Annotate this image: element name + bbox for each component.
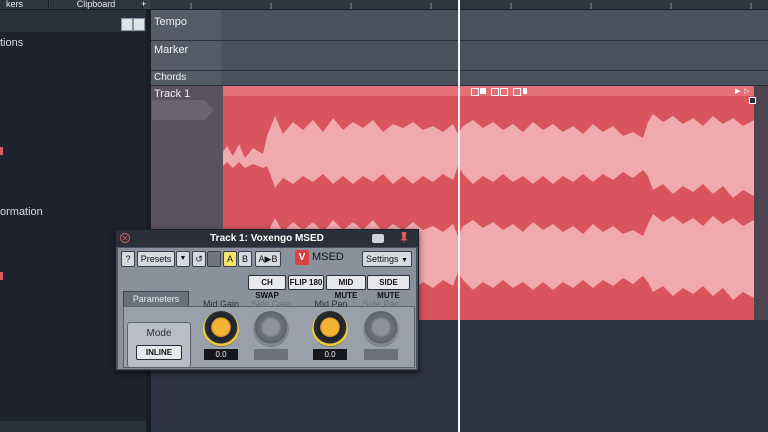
side-pan-label: Side Pan	[362, 299, 400, 309]
mode-group: Mode INLINE	[127, 322, 191, 368]
mode-select[interactable]: INLINE	[136, 345, 182, 360]
settings-label: Settings	[366, 254, 399, 264]
presets-button[interactable]: Presets	[137, 251, 175, 267]
clip-resize-handle[interactable]	[749, 97, 756, 104]
state-b-button[interactable]: B	[238, 251, 252, 267]
side-gain-label: Side Gain	[251, 299, 291, 309]
mid-mute-button[interactable]: MID MUTE	[326, 275, 366, 300]
mode-label: Mode	[146, 328, 172, 339]
expand-icon[interactable]	[133, 18, 145, 31]
clip-forward-icon[interactable]: ▷	[744, 87, 749, 95]
clip-fx-icon[interactable]	[491, 88, 499, 96]
mid-pan-knob[interactable]	[312, 311, 348, 347]
clip-loop-icon[interactable]	[513, 88, 521, 96]
add-icon[interactable]: +	[139, 0, 148, 9]
clip-stretch-icon[interactable]	[500, 88, 508, 96]
side-gain-knob[interactable]	[253, 311, 289, 347]
tab-clipboard[interactable]: Clipboard	[50, 0, 143, 9]
clip-title-bar[interactable]: ▶ ▷	[223, 86, 754, 96]
track1-label: Track 1	[154, 88, 191, 100]
clip-end-area	[754, 86, 768, 320]
close-icon[interactable]: ✕	[120, 233, 130, 243]
ch-swap-button[interactable]: CH SWAP	[248, 275, 286, 300]
clip-mute-icon[interactable]	[471, 88, 479, 96]
mid-gain-label: Mid Gain	[202, 299, 239, 309]
mid-pan-value[interactable]: 0.0	[313, 349, 347, 360]
plugin-window: Track 1: Voxengo MSED ✕ ? Presets ▼ ↺ A …	[115, 229, 419, 371]
undo-icon[interactable]: ↺	[192, 251, 206, 267]
collapse-icon[interactable]	[121, 18, 133, 31]
side-pan-value	[364, 349, 398, 360]
settings-button[interactable]: Settings ▼	[362, 251, 412, 267]
inspector-footer	[0, 421, 146, 432]
clip-play-icon[interactable]: ▶	[735, 87, 740, 95]
presets-dropdown-icon[interactable]: ▼	[176, 251, 190, 267]
clip-lock-icon[interactable]	[480, 88, 486, 94]
inspector-item-information[interactable]: ormation	[0, 206, 43, 218]
voxengo-logo-icon: V	[295, 250, 309, 265]
help-button[interactable]: ?	[121, 251, 135, 267]
flip-180-button[interactable]: FLIP 180	[288, 275, 324, 290]
plugin-logo-text: MSED	[312, 251, 344, 263]
tab-parameters[interactable]: Parameters	[123, 291, 189, 306]
inspector-item-functions[interactable]: tions	[0, 37, 23, 49]
playhead-cursor[interactable]	[458, 0, 460, 432]
marker-tick	[0, 147, 3, 155]
settings-dropdown-icon: ▼	[401, 257, 408, 264]
tempo-label: Tempo	[154, 16, 188, 28]
side-mute-button[interactable]: SIDE MUTE	[367, 275, 410, 300]
side-pan-knob[interactable]	[363, 311, 399, 347]
chords-label: Chords	[154, 72, 187, 83]
tab-markers[interactable]: kers	[0, 0, 49, 9]
plugin-body: ? Presets ▼ ↺ A B A▶B V MSED Settings ▼ …	[118, 248, 416, 369]
clip-pin-icon[interactable]	[523, 88, 527, 94]
camera-icon[interactable]	[372, 234, 384, 243]
side-gain-value	[254, 349, 288, 360]
track1-region-marker	[152, 100, 214, 120]
state-a-button[interactable]: A	[223, 251, 237, 267]
mid-pan-label: Mid Pan	[314, 299, 348, 309]
redo-icon[interactable]	[207, 251, 221, 267]
copy-a-to-b-button[interactable]: A▶B	[255, 251, 281, 267]
mid-gain-knob[interactable]	[203, 311, 239, 347]
mid-gain-value[interactable]: 0.0	[204, 349, 238, 360]
marker-tick	[0, 272, 3, 280]
marker-label: Marker	[154, 44, 189, 56]
